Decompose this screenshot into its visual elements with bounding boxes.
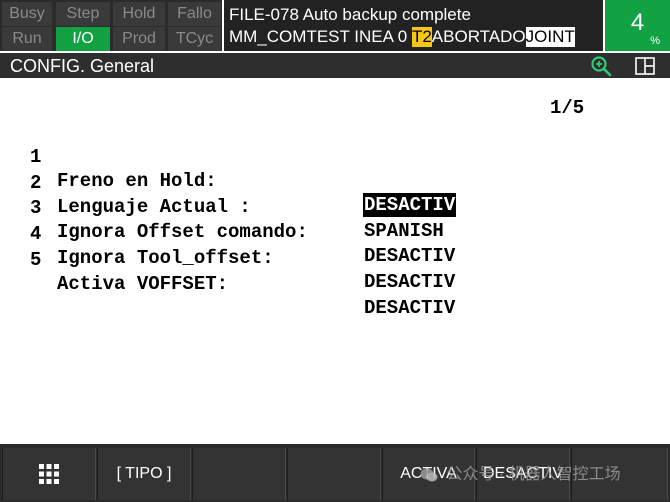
row-label: Lenguaje Actual : (57, 196, 251, 218)
override-value: 4 (630, 9, 645, 36)
program-name: MM_COMTEST INEA 0 (229, 27, 408, 46)
status-hold: Hold (113, 2, 165, 26)
config-screen: 1/5 1 Freno en Hold: DESACTIV 2 Lenguaje… (0, 80, 670, 442)
row-label: Ignora Tool_offset: (57, 247, 274, 269)
row-value[interactable]: DESACTIV (363, 244, 456, 268)
watermark-text: 公众号 · 机器人智控工场 (446, 466, 621, 483)
status-indicator-panel: Busy Step Hold Fallo Run I/O Prod TCyc (0, 0, 222, 51)
menu-grid-button[interactable] (2, 448, 96, 500)
status-busy: Busy (2, 2, 52, 26)
program-status-line: MM_COMTEST INEA 0 T2ABORTADOJOINT (229, 27, 575, 47)
row-label: Activa VOFFSET: (57, 273, 229, 295)
status-prod: Prod (113, 27, 165, 51)
config-row-1[interactable]: 1 Freno en Hold: DESACTIV (30, 121, 457, 217)
config-row-2[interactable]: 2 Lenguaje Actual : SPANISH (30, 147, 444, 242)
motion-mode: JOINT (525, 27, 575, 47)
watermark: 公众号 · 机器人智控工场 (420, 464, 621, 486)
row-value[interactable]: DESACTIV (363, 296, 456, 320)
screen-title-bar: CONFIG. General (0, 53, 670, 78)
row-label: Freno en Hold: (57, 170, 217, 192)
row-number: 5 (30, 249, 42, 271)
status-fallo: Fallo (168, 2, 221, 26)
wechat-icon (420, 468, 438, 482)
row-label: Ignora Offset comando: (57, 221, 308, 243)
screen-title: CONFIG. General (10, 56, 155, 76)
config-row-5[interactable]: 5 Activa VOFFSET: DESACTIV (30, 224, 455, 319)
status-run: Run (2, 27, 52, 51)
split-screen-icon[interactable] (634, 56, 656, 76)
grid-menu-icon (39, 463, 59, 484)
mode-indicator: T2 (411, 27, 432, 47)
execution-status: ABORTADO (431, 27, 526, 46)
page-indicator: 1/5 (550, 97, 585, 119)
config-row-3[interactable]: 3 Ignora Offset comando: DESACTIV (30, 172, 455, 267)
alarm-message: FILE-078 Auto backup complete (229, 5, 471, 24)
f3-button[interactable] (287, 448, 381, 500)
override-unit: % (650, 35, 660, 47)
status-step: Step (56, 2, 110, 26)
row-value[interactable]: SPANISH (363, 219, 445, 243)
row-value-cursor[interactable]: DESACTIV (363, 193, 457, 217)
speed-override[interactable]: 4 % (605, 0, 670, 51)
row-value[interactable]: DESACTIV (363, 270, 456, 294)
config-row-4[interactable]: 4 Ignora Tool_offset: DESACTIV (30, 198, 455, 293)
f2-button[interactable] (192, 448, 286, 500)
f1-tipo-button[interactable]: [ TIPO ] (97, 448, 191, 500)
status-io: I/O (56, 27, 110, 51)
alarm-message-panel: FILE-078 Auto backup complete MM_COMTEST… (224, 0, 603, 51)
status-tcyc: TCyc (168, 27, 221, 51)
zoom-in-icon[interactable] (590, 55, 612, 77)
